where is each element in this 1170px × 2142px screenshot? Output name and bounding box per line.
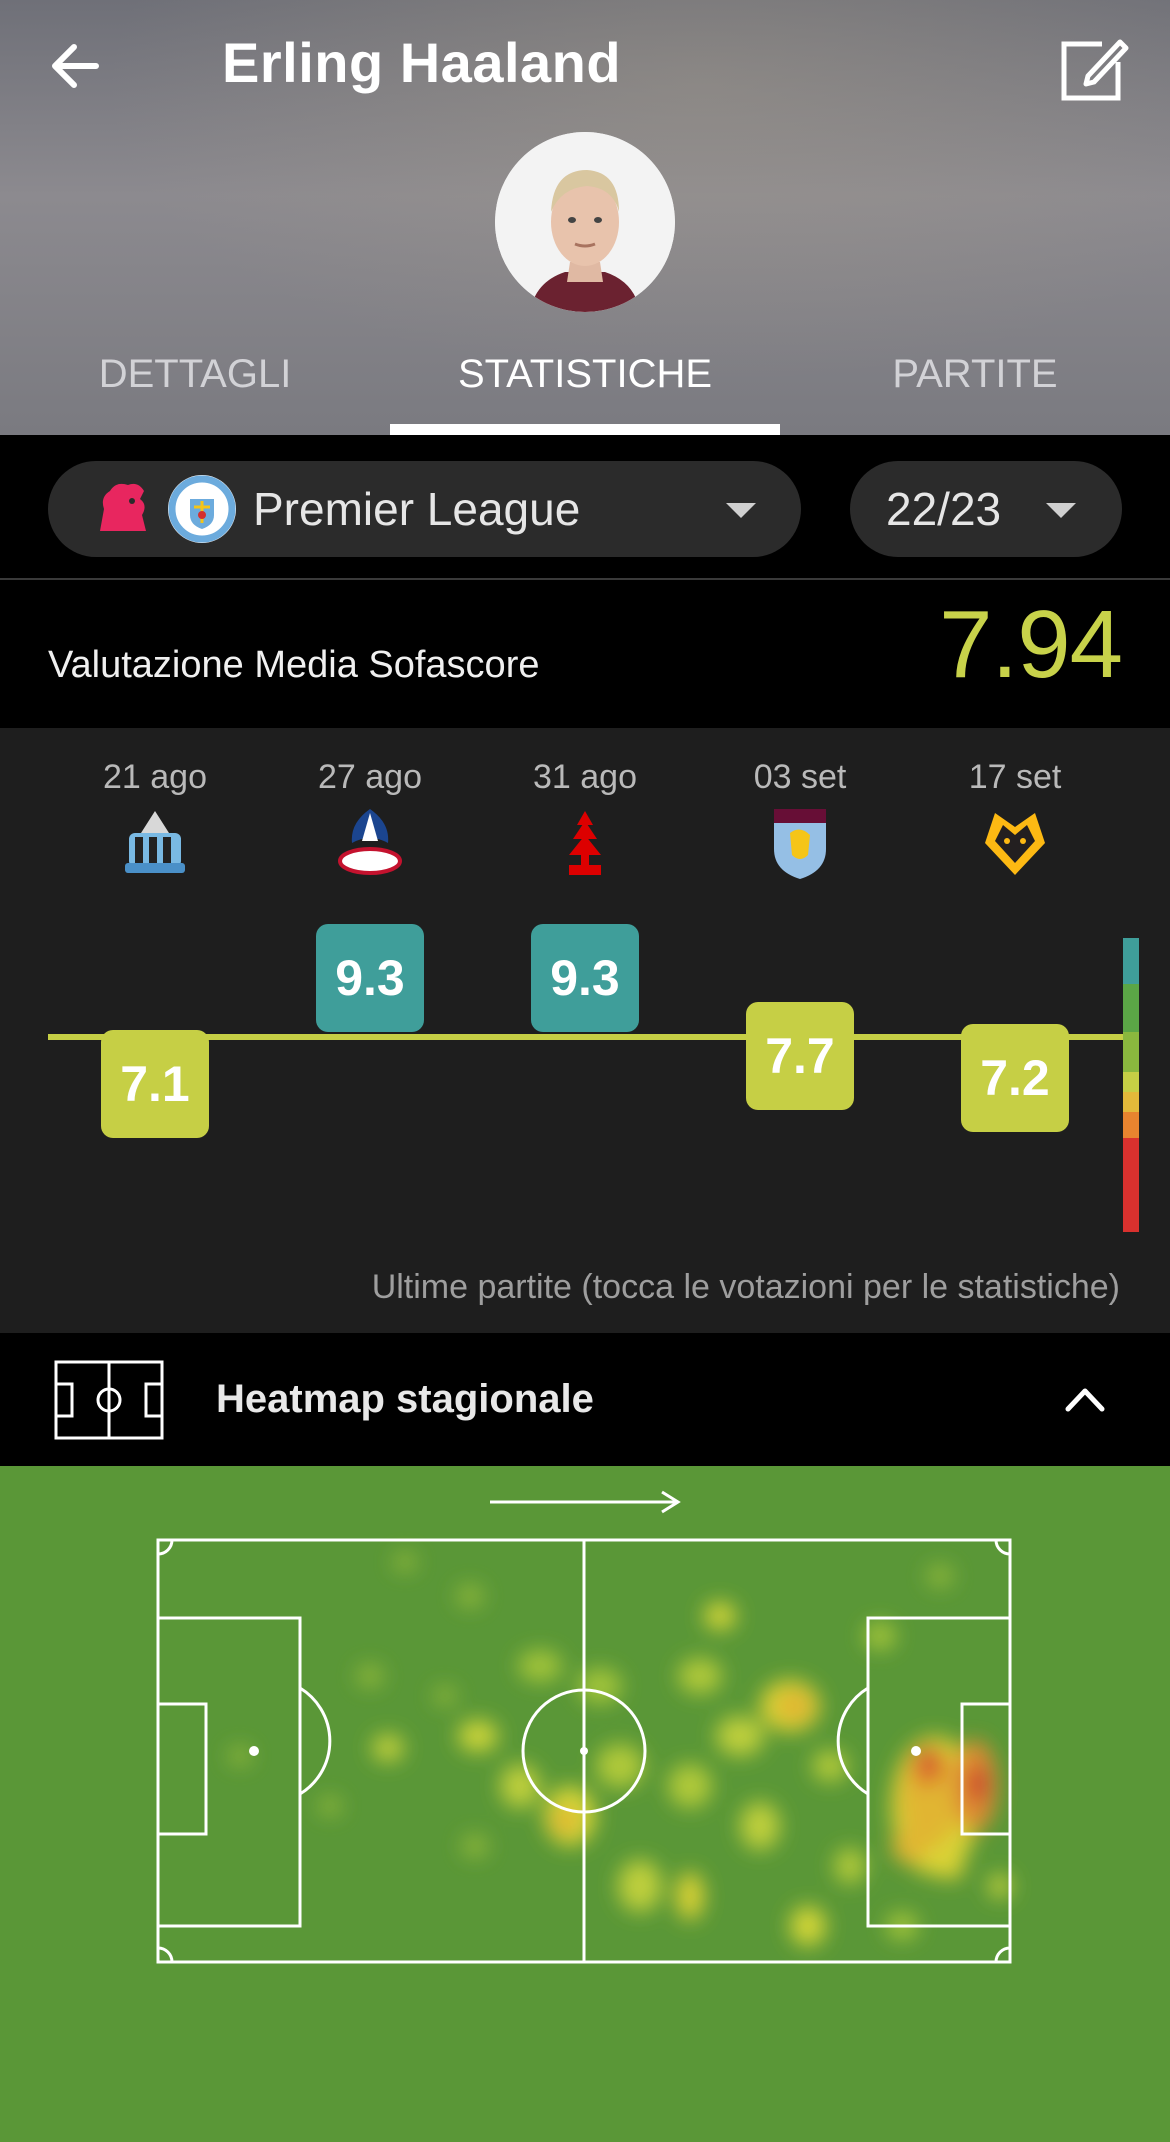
- edit-icon[interactable]: [1052, 30, 1132, 110]
- heatmap-section-header[interactable]: Heatmap stagionale: [0, 1333, 1170, 1466]
- heatmap-density: [228, 1552, 1012, 1946]
- recent-matches-chart: 21 ago 27 ago 31 ago 03 set 17 set 7.1 9…: [0, 728, 1170, 1333]
- chevron-down-icon: [1046, 503, 1076, 518]
- chevron-down-icon: [726, 503, 756, 518]
- match-rating-badge[interactable]: 7.7: [746, 1002, 854, 1110]
- season-label: 22/23: [886, 483, 1002, 535]
- competition-select[interactable]: Premier League: [48, 461, 801, 557]
- match-rating-badge[interactable]: 9.3: [531, 924, 639, 1032]
- heatmap-pitch: [0, 1466, 1170, 2142]
- average-rating-row: Valutazione Media Sofascore 7.94: [0, 582, 1170, 728]
- aston-villa-crest-icon: [774, 809, 826, 879]
- rating-scale-bar: [1123, 938, 1139, 1232]
- match-rating-badge[interactable]: 7.1: [101, 1030, 209, 1138]
- match-date: 17 set: [968, 758, 1062, 796]
- crystal-palace-crest-icon: [338, 809, 402, 875]
- attack-direction-arrow-icon: [490, 1490, 681, 1514]
- match-date: 21 ago: [103, 758, 207, 796]
- match-date: 27 ago: [318, 758, 422, 796]
- tab-statistiche[interactable]: STATISTICHE: [390, 340, 780, 435]
- player-name: Erling Haaland: [222, 31, 622, 94]
- filters-bar: Premier League 22/23: [0, 435, 1170, 580]
- match-date: 03 set: [753, 758, 847, 796]
- competition-label: Premier League: [253, 483, 581, 535]
- heatmap-title: Heatmap stagionale: [216, 1377, 594, 1421]
- match-rating-badge[interactable]: 7.2: [961, 1024, 1069, 1132]
- player-avatar: [495, 132, 675, 312]
- tab-partite[interactable]: PARTITE: [780, 340, 1170, 435]
- wolves-crest-icon: [985, 813, 1045, 875]
- chevron-up-icon[interactable]: [1064, 1385, 1106, 1413]
- matches-footnote: Ultime partite (tocca le votazioni per l…: [371, 1268, 1120, 1306]
- tab-bar: DETTAGLI STATISTICHE PARTITE: [0, 340, 1170, 435]
- manchester-city-crest-icon: [168, 475, 236, 543]
- active-tab-indicator: [390, 424, 780, 435]
- match-rating-badge[interactable]: 9.3: [316, 924, 424, 1032]
- back-arrow-icon[interactable]: [40, 30, 112, 102]
- premier-league-icon: [100, 483, 146, 531]
- season-select[interactable]: 22/23: [850, 461, 1122, 557]
- nottingham-forest-crest-icon: [569, 811, 601, 875]
- average-rating-label: Valutazione Media Sofascore: [48, 644, 540, 686]
- tab-dettagli[interactable]: DETTAGLI: [0, 340, 390, 435]
- newcastle-crest-icon: [125, 811, 185, 873]
- player-header: Erling Haaland DETTAGLI STATISTICHE PART…: [0, 0, 1170, 435]
- average-rating-value: 7.94: [939, 591, 1123, 698]
- pitch-icon: [54, 1360, 164, 1440]
- heatmap-graphic: [156, 1490, 1012, 1964]
- match-date: 31 ago: [533, 758, 637, 796]
